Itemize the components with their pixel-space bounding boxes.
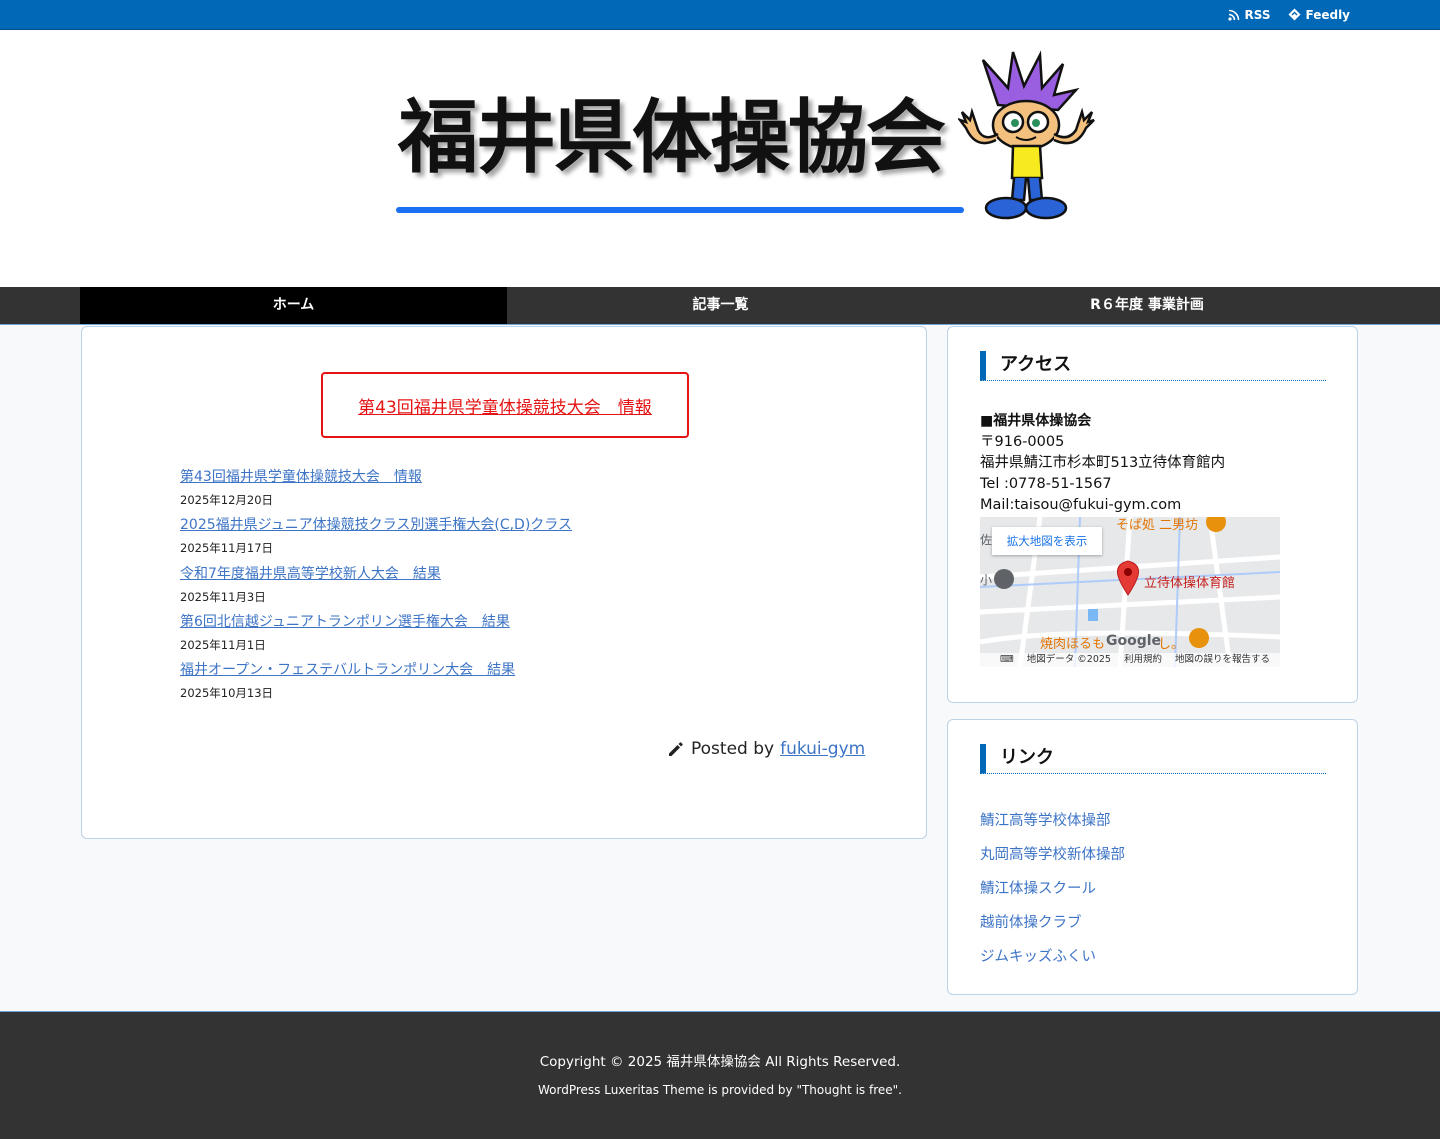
sidebar-link[interactable]: 丸岡高等学校新体操部 [980,844,1125,878]
map-edge-text: 佐 [980,533,993,547]
sidebar-link[interactable]: ジムキッズふくい [980,946,1125,980]
posted-by-prefix: Posted by [691,739,775,759]
post-date: 2025年12月20日 [180,493,274,507]
post-link[interactable]: 第6回北信越ジュニアトランポリン選手権大会 結果 [180,612,780,632]
list-item: 2025福井県ジュニア体操競技クラス別選手権大会(C,D)クラス 2025年11… [180,515,780,563]
address: 福井県鯖江市杉本町513立待体育館内 [980,455,1226,471]
map-terms-link[interactable]: 利用規約 [1124,654,1162,665]
map-data: 地図データ ©2025 [1026,654,1111,665]
sidebar-link[interactable]: 鯖江体操スクール [980,878,1125,912]
map-report-link[interactable]: 地図の誤りを報告する [1175,654,1270,665]
featured-box: 第43回福井県学童体操競技大会 情報 [321,372,689,438]
post-date: 2025年11月17日 [180,541,274,556]
post-link[interactable]: 令和7年度福井県高等学校新人大会 結果 [180,564,780,584]
post-date: 2025年11月1日 [180,637,266,652]
enlarge-map-button[interactable]: 拡大地図を表示 [992,527,1102,555]
list-item: 福井オープン・フェステバルトランポリン大会 結果 2025年10月13日 [180,660,780,708]
logo-underline [396,207,964,213]
keyboard-icon[interactable]: ⌨ [1000,654,1014,665]
top-bar: RSS Feedly [0,0,1440,30]
org-name: ■福井県体操協会 [980,413,1092,429]
featured-link[interactable]: 第43回福井県学童体操競技大会 情報 [358,393,652,418]
google-map[interactable]: 拡大地図を表示 立待体操体育館 そば処 二男坊 焼肉ほるも し。 佐 小 Goo… [980,517,1280,667]
posted-by: Posted by fukui-gym [667,739,865,759]
list-item: 第6回北信越ジュニアトランポリン選手権大会 結果 2025年11月1日 [180,612,780,660]
nav-item-articles[interactable]: 記事一覧 [507,287,934,324]
links-title: リンク [980,744,1326,774]
access-widget: アクセス ■福井県体操協会 〒916-0005 福井県鯖江市杉本町513立待体育… [947,326,1358,703]
site-logo[interactable]: 福井県体操協会 [396,50,1096,240]
postal-code: 〒916-0005 [980,434,1065,450]
map-poi: し。 [1158,637,1185,652]
access-title: アクセス [980,351,1326,381]
pencil-icon [669,742,683,756]
post-link[interactable]: 福井オープン・フェステバルトランポリン大会 結果 [180,660,780,680]
sidebar-link[interactable]: 鯖江高等学校体操部 [980,810,1125,844]
rss-icon [1228,9,1240,21]
map-poi: 焼肉ほるも [1040,637,1106,652]
feedly-link[interactable]: Feedly [1288,8,1350,22]
map-edge-text: 小 [980,573,993,587]
site-title: 福井県体操協会 [398,91,946,184]
post-date: 2025年11月3日 [180,589,266,604]
sidebar-link[interactable]: 越前体操クラブ [980,912,1125,946]
telephone: Tel :0778-51-1567 [980,476,1112,492]
map-footer: ⌨ 地図データ ©2025 利用規約 地図の誤りを報告する [980,653,1280,667]
main-content: 第43回福井県学童体操競技大会 情報 第43回福井県学童体操競技大会 情報 20… [81,326,927,839]
main-nav: ホーム 記事一覧 R６年度 事業計画 [0,287,1440,325]
site-header: 福井県体操協会 [0,30,1440,287]
post-link[interactable]: 2025福井県ジュニア体操競技クラス別選手権大会(C,D)クラス [180,515,780,535]
links-widget: リンク 鯖江高等学校体操部 丸岡高等学校新体操部 鯖江体操スクール 越前体操クラ… [947,719,1358,995]
rss-label: RSS [1244,7,1271,22]
site-footer: Copyright © 2025 福井県体操協会 All Rights Rese… [0,1011,1440,1139]
feedly-icon [1288,8,1301,21]
email: Mail:taisou@fukui-gym.com [980,497,1182,513]
post-list: 第43回福井県学童体操競技大会 情報 2025年12月20日 2025福井県ジュ… [180,467,780,708]
nav-item-home[interactable]: ホーム [80,287,507,324]
post-date: 2025年10月13日 [180,686,274,701]
list-item: 令和7年度福井県高等学校新人大会 結果 2025年11月3日 [180,564,780,612]
links-list: 鯖江高等学校体操部 丸岡高等学校新体操部 鯖江体操スクール 越前体操クラブ ジム… [980,810,1125,980]
author-link[interactable]: fukui-gym [780,739,865,759]
access-info: ■福井県体操協会 〒916-0005 福井県鯖江市杉本町513立待体育館内 Te… [980,411,1225,516]
feed-links: RSS Feedly [1228,0,1350,29]
list-item: 第43回福井県学童体操競技大会 情報 2025年12月20日 [180,467,780,515]
google-logo: Google [1106,633,1162,649]
nav-item-plan[interactable]: R６年度 事業計画 [934,287,1360,324]
map-marker-label: 立待体操体育館 [1144,576,1236,591]
mascot-icon [958,50,1095,220]
theme-credit: WordPress Luxeritas Theme is provided by… [537,1083,902,1097]
post-link[interactable]: 第43回福井県学童体操競技大会 情報 [180,467,780,487]
map-poi: そば処 二男坊 [1116,518,1199,533]
rss-link[interactable]: RSS [1228,8,1270,22]
copyright: Copyright © 2025 福井県体操協会 All Rights Rese… [539,1054,901,1070]
feedly-label: Feedly [1305,7,1350,22]
